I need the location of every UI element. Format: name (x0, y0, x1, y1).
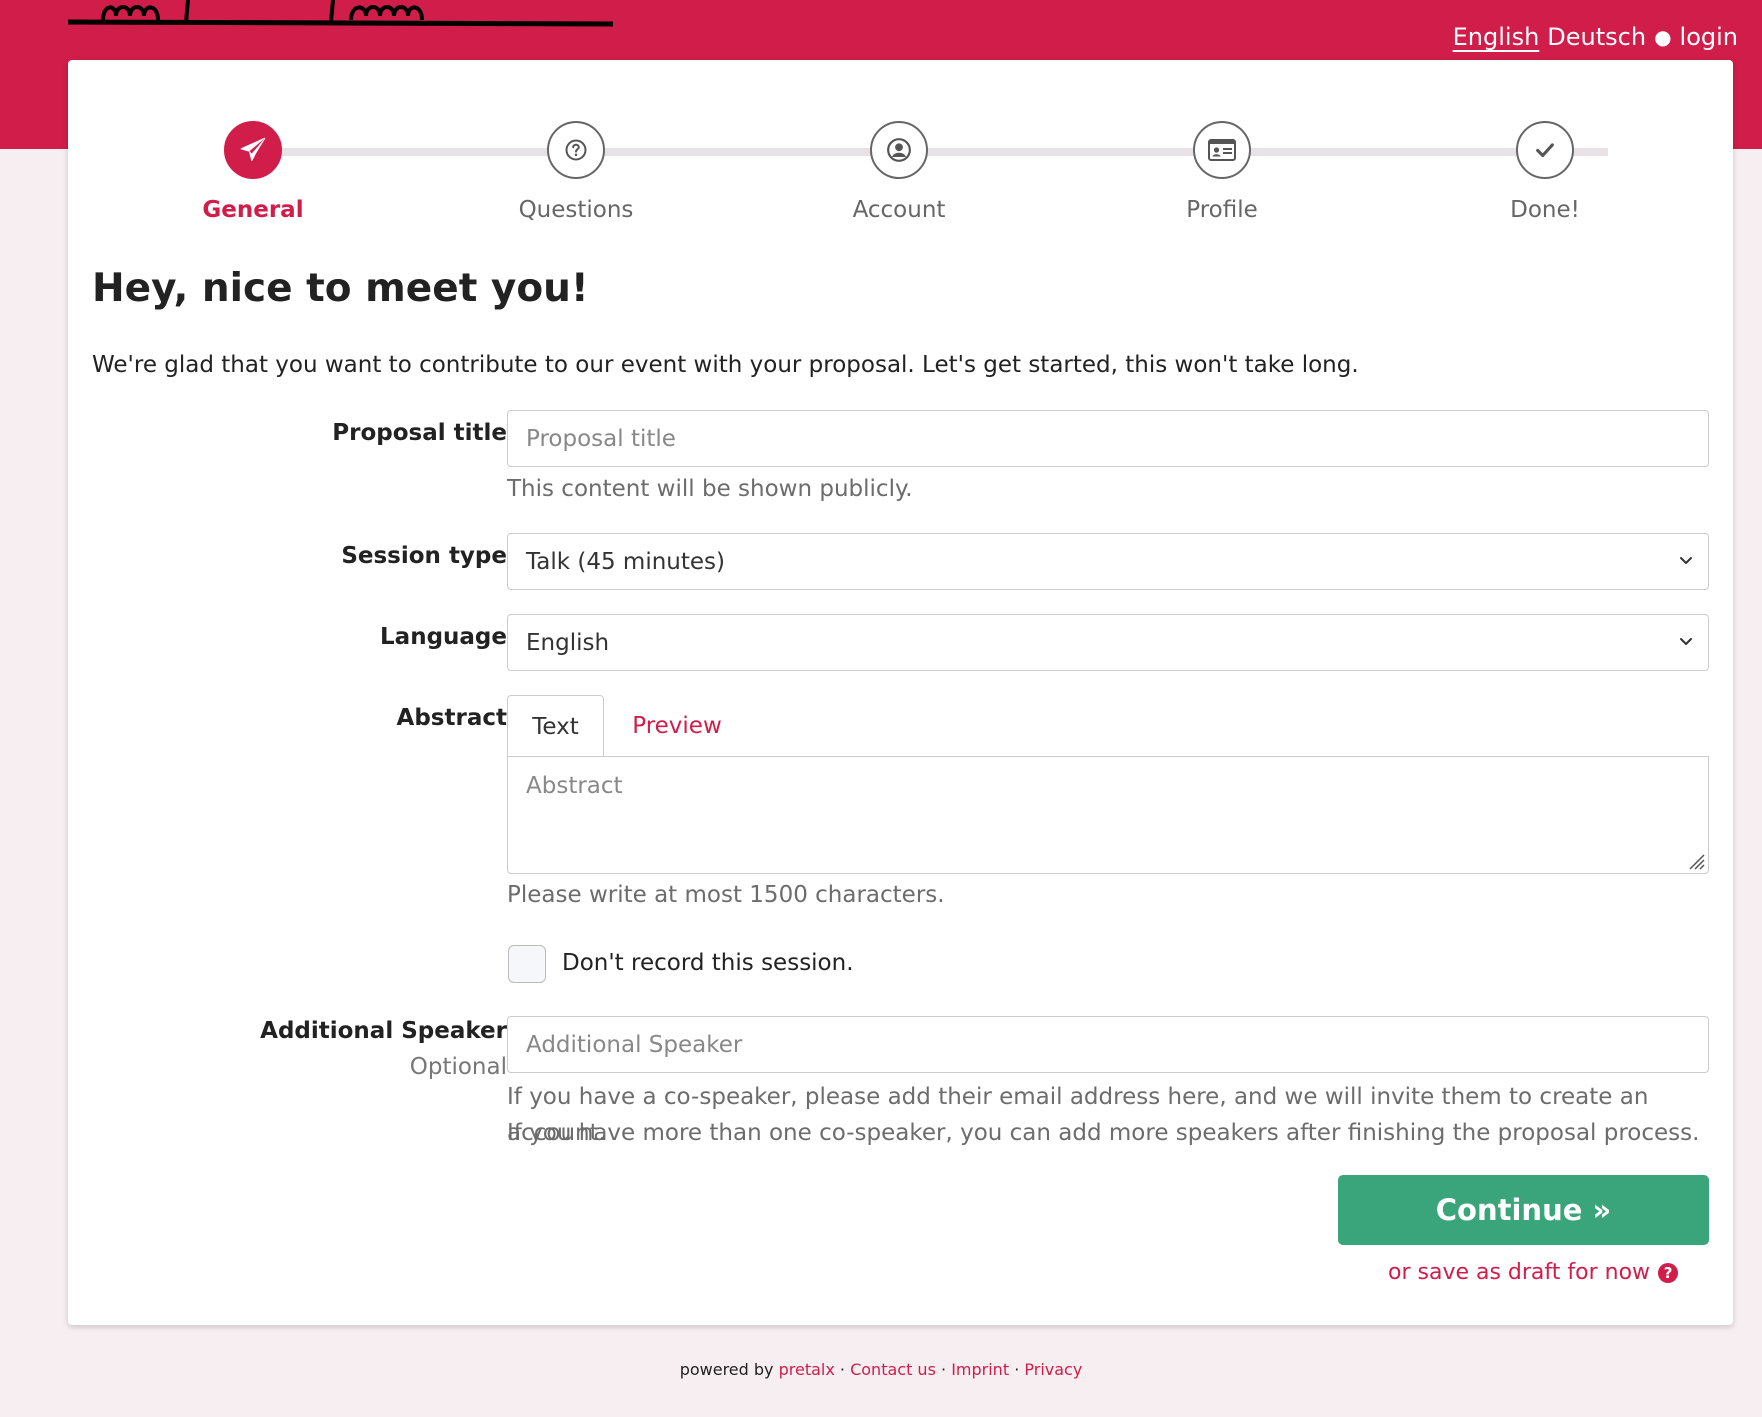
dont-record-checkbox[interactable] (508, 945, 546, 983)
abstract-textarea[interactable]: Abstract (507, 756, 1709, 874)
footer-separator: · (941, 1360, 947, 1379)
additional-speaker-label: Additional Speaker (260, 1018, 507, 1044)
page-title: Hey, nice to meet you! (92, 266, 589, 311)
intro-text: We're glad that you want to contribute t… (92, 352, 1359, 378)
session-type-select[interactable]: Talk (45 minutes) (507, 533, 1709, 590)
dont-record-label[interactable]: Don't record this session. (562, 950, 854, 976)
privacy-link[interactable]: Privacy (1024, 1360, 1082, 1379)
tab-preview[interactable]: Preview (617, 695, 737, 757)
language-label: Language (380, 624, 507, 650)
session-type-value: Talk (45 minutes) (526, 548, 725, 575)
footer: powered by pretalx · Contact us · Imprin… (0, 1360, 1762, 1379)
language-english-link[interactable]: English (1453, 23, 1540, 51)
question-circle-icon[interactable]: ? (1658, 1262, 1679, 1283)
nav-separator: ● (1654, 25, 1672, 49)
paper-plane-icon (224, 121, 282, 179)
proposal-title-input[interactable] (507, 410, 1709, 467)
tab-text[interactable]: Text (507, 695, 604, 757)
footer-separator: · (1014, 1360, 1020, 1379)
event-logo (68, 0, 614, 27)
progress-stepper: General Questions Account Profile Done! (68, 60, 1733, 300)
language-select[interactable]: English (507, 614, 1709, 671)
chevron-down-icon (1680, 557, 1692, 564)
question-circle-icon (547, 121, 605, 179)
contact-link[interactable]: Contact us (850, 1360, 936, 1379)
pretalx-link[interactable]: pretalx (779, 1360, 835, 1379)
abstract-placeholder: Abstract (526, 773, 623, 799)
language-deutsch-link[interactable]: Deutsch (1547, 23, 1646, 51)
step-label: Done! (1510, 197, 1580, 223)
session-type-label: Session type (341, 543, 507, 569)
step-label: Account (852, 197, 946, 223)
continue-button[interactable]: Continue » (1338, 1175, 1709, 1245)
footer-separator: · (839, 1360, 845, 1379)
additional-speaker-input[interactable] (507, 1016, 1709, 1073)
id-card-icon (1193, 121, 1251, 179)
abstract-label: Abstract (396, 705, 507, 731)
resize-handle-icon[interactable] (1684, 849, 1706, 871)
imprint-link[interactable]: Imprint (951, 1360, 1009, 1379)
login-link[interactable]: login (1680, 23, 1738, 51)
user-circle-icon (870, 121, 928, 179)
proposal-title-label: Proposal title (332, 420, 507, 446)
abstract-help: Please write at most 1500 characters. (507, 882, 945, 908)
step-label: Profile (1186, 197, 1258, 223)
language-value: English (526, 629, 610, 656)
step-account: Account (799, 121, 999, 223)
additional-speaker-help-2: If you have more than one co-speaker, yo… (507, 1120, 1700, 1146)
step-label: General (202, 197, 304, 223)
step-general: General (153, 121, 353, 223)
abstract-tabs: Text Preview (507, 695, 1709, 757)
step-profile: Profile (1122, 121, 1322, 223)
save-draft-link[interactable]: or save as draft for now ? (1388, 1260, 1679, 1285)
save-draft-label[interactable]: or save as draft for now (1388, 1260, 1650, 1285)
chevron-down-icon (1680, 638, 1692, 645)
step-label: Questions (518, 197, 634, 223)
additional-speaker-optional: Optional (409, 1054, 507, 1080)
submission-card: General Questions Account Profile Done! (68, 60, 1733, 1325)
language-nav: English Deutsch ● login (1453, 20, 1738, 54)
check-icon (1516, 121, 1574, 179)
step-questions: Questions (476, 121, 676, 223)
proposal-title-help: This content will be shown publicly. (507, 476, 913, 502)
step-done: Done! (1445, 121, 1645, 223)
powered-by-text: powered by (679, 1360, 774, 1379)
